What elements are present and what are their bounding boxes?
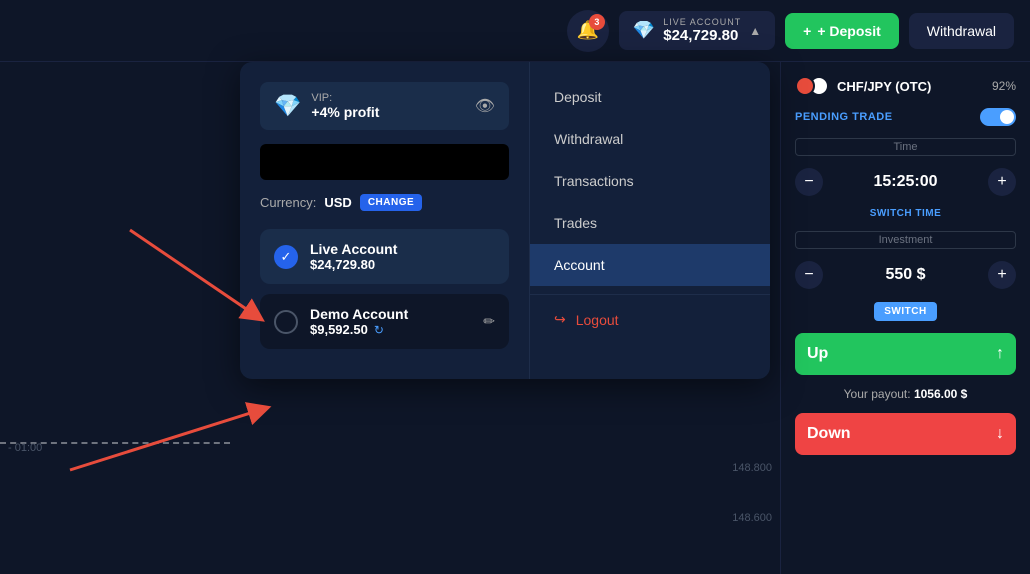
demo-account-name: Demo Account xyxy=(310,306,471,322)
notification-button[interactable]: 🔔 3 xyxy=(567,10,609,52)
up-arrow-icon: ↑ xyxy=(996,345,1004,363)
chart-label-1: 148.800 xyxy=(732,462,772,474)
payout-prefix: Your payout: xyxy=(844,387,911,401)
currency-label: Currency: xyxy=(260,195,316,210)
demo-balance-row: $9,592.50 ↻ xyxy=(310,322,471,337)
live-check-icon: ✓ xyxy=(274,245,298,269)
right-panel: CHF/JPY (OTC) 92% PENDING TRADE Time − 1… xyxy=(780,62,1030,574)
time-minus-button[interactable]: − xyxy=(795,168,823,196)
pair-flag xyxy=(795,76,829,96)
change-currency-button[interactable]: CHANGE xyxy=(360,194,422,211)
vip-row: 💎 VIP: +4% profit 👁 xyxy=(260,82,509,130)
down-label: Down xyxy=(807,425,851,443)
plus-icon: + xyxy=(803,23,811,39)
up-button[interactable]: Up ↑ xyxy=(795,333,1016,375)
pair-info: CHF/JPY (OTC) xyxy=(795,76,931,96)
pending-label: PENDING TRADE xyxy=(795,111,893,123)
pair-name: CHF/JPY (OTC) xyxy=(837,79,931,94)
investment-plus-button[interactable]: + xyxy=(988,261,1016,289)
live-account-item[interactable]: ✓ Live Account $24,729.80 xyxy=(260,229,509,284)
up-label: Up xyxy=(807,345,828,363)
time-plus-button[interactable]: + xyxy=(988,168,1016,196)
currency-row: Currency: USD CHANGE xyxy=(260,194,509,211)
vip-diamond-icon: 💎 xyxy=(274,93,301,119)
vip-left: 💎 VIP: +4% profit xyxy=(274,92,379,120)
vip-text: VIP: +4% profit xyxy=(311,92,379,120)
header: 🔔 3 💎 LIVE ACCOUNT $24,729.80 ▲ + + Depo… xyxy=(0,0,1030,62)
account-info: LIVE ACCOUNT $24,729.80 xyxy=(663,17,741,44)
vip-label: VIP: xyxy=(311,92,379,104)
menu-withdrawal[interactable]: Withdrawal xyxy=(530,118,770,160)
menu-deposit[interactable]: Deposit xyxy=(530,76,770,118)
pair-row: CHF/JPY (OTC) 92% xyxy=(795,76,1016,96)
logout-label: Logout xyxy=(576,312,619,328)
demo-circle-icon xyxy=(274,310,298,334)
demo-account-details: Demo Account $9,592.50 ↻ xyxy=(310,306,471,337)
menu-logout[interactable]: ↪ Logout xyxy=(530,294,770,341)
withdrawal-button[interactable]: Withdrawal xyxy=(909,13,1014,49)
investment-section-label: Investment xyxy=(795,231,1016,249)
investment-row: − 550 $ + xyxy=(795,261,1016,289)
demo-account-balance: $9,592.50 xyxy=(310,322,368,337)
live-account-name: Live Account xyxy=(310,241,495,257)
deposit-button[interactable]: + + Deposit xyxy=(785,13,899,49)
demo-account-item[interactable]: Demo Account $9,592.50 ↻ ✏ xyxy=(260,294,509,349)
chart-label-2: 148.600 xyxy=(732,512,772,524)
diamond-icon: 💎 xyxy=(633,20,655,41)
chevron-up-icon: ▲ xyxy=(749,24,761,38)
live-account-balance: $24,729.80 xyxy=(310,257,495,272)
down-arrow-icon: ↓ xyxy=(996,425,1004,443)
menu-account[interactable]: Account xyxy=(530,244,770,286)
dropdown-right: Deposit Withdrawal Transactions Trades A… xyxy=(530,62,770,379)
switch-time-label: SWITCH TIME xyxy=(795,208,1016,219)
time-display: 15:25:00 xyxy=(831,173,980,191)
menu-trades[interactable]: Trades xyxy=(530,202,770,244)
chf-flag xyxy=(795,76,815,96)
payout-row: Your payout: 1056.00 $ xyxy=(795,387,1016,401)
toggle-knob xyxy=(1000,110,1014,124)
payout-amount: 1056.00 $ xyxy=(914,387,967,401)
dropdown-left: 💎 VIP: +4% profit 👁 Currency: USD CHANGE… xyxy=(240,62,530,379)
account-amount: $24,729.80 xyxy=(663,27,738,44)
down-button[interactable]: Down ↓ xyxy=(795,413,1016,455)
balance-bar xyxy=(260,144,509,180)
pair-percentage: 92% xyxy=(992,79,1016,93)
time-row: − 15:25:00 + xyxy=(795,168,1016,196)
time-section-label: Time xyxy=(795,138,1016,156)
switch-button[interactable]: SWITCH xyxy=(874,302,936,321)
notification-badge: 3 xyxy=(589,14,605,30)
eye-button[interactable]: 👁 xyxy=(475,96,495,116)
edit-icon[interactable]: ✏ xyxy=(483,313,495,330)
logout-icon: ↪ xyxy=(554,311,566,328)
pending-trade-row: PENDING TRADE xyxy=(795,108,1016,126)
menu-transactions[interactable]: Transactions xyxy=(530,160,770,202)
investment-minus-button[interactable]: − xyxy=(795,261,823,289)
live-account-details: Live Account $24,729.80 xyxy=(310,241,495,272)
currency-value: USD xyxy=(324,195,351,210)
chart-time-label: - 01:00 xyxy=(8,442,42,454)
deposit-label: + Deposit xyxy=(817,23,880,39)
account-dropdown: 💎 VIP: +4% profit 👁 Currency: USD CHANGE… xyxy=(240,62,770,379)
account-label: LIVE ACCOUNT xyxy=(663,17,741,27)
refresh-icon: ↻ xyxy=(374,323,384,337)
account-button[interactable]: 💎 LIVE ACCOUNT $24,729.80 ▲ xyxy=(619,11,775,50)
investment-display: 550 $ xyxy=(831,266,980,284)
vip-profit: +4% profit xyxy=(311,104,379,120)
pending-trade-toggle[interactable] xyxy=(980,108,1016,126)
